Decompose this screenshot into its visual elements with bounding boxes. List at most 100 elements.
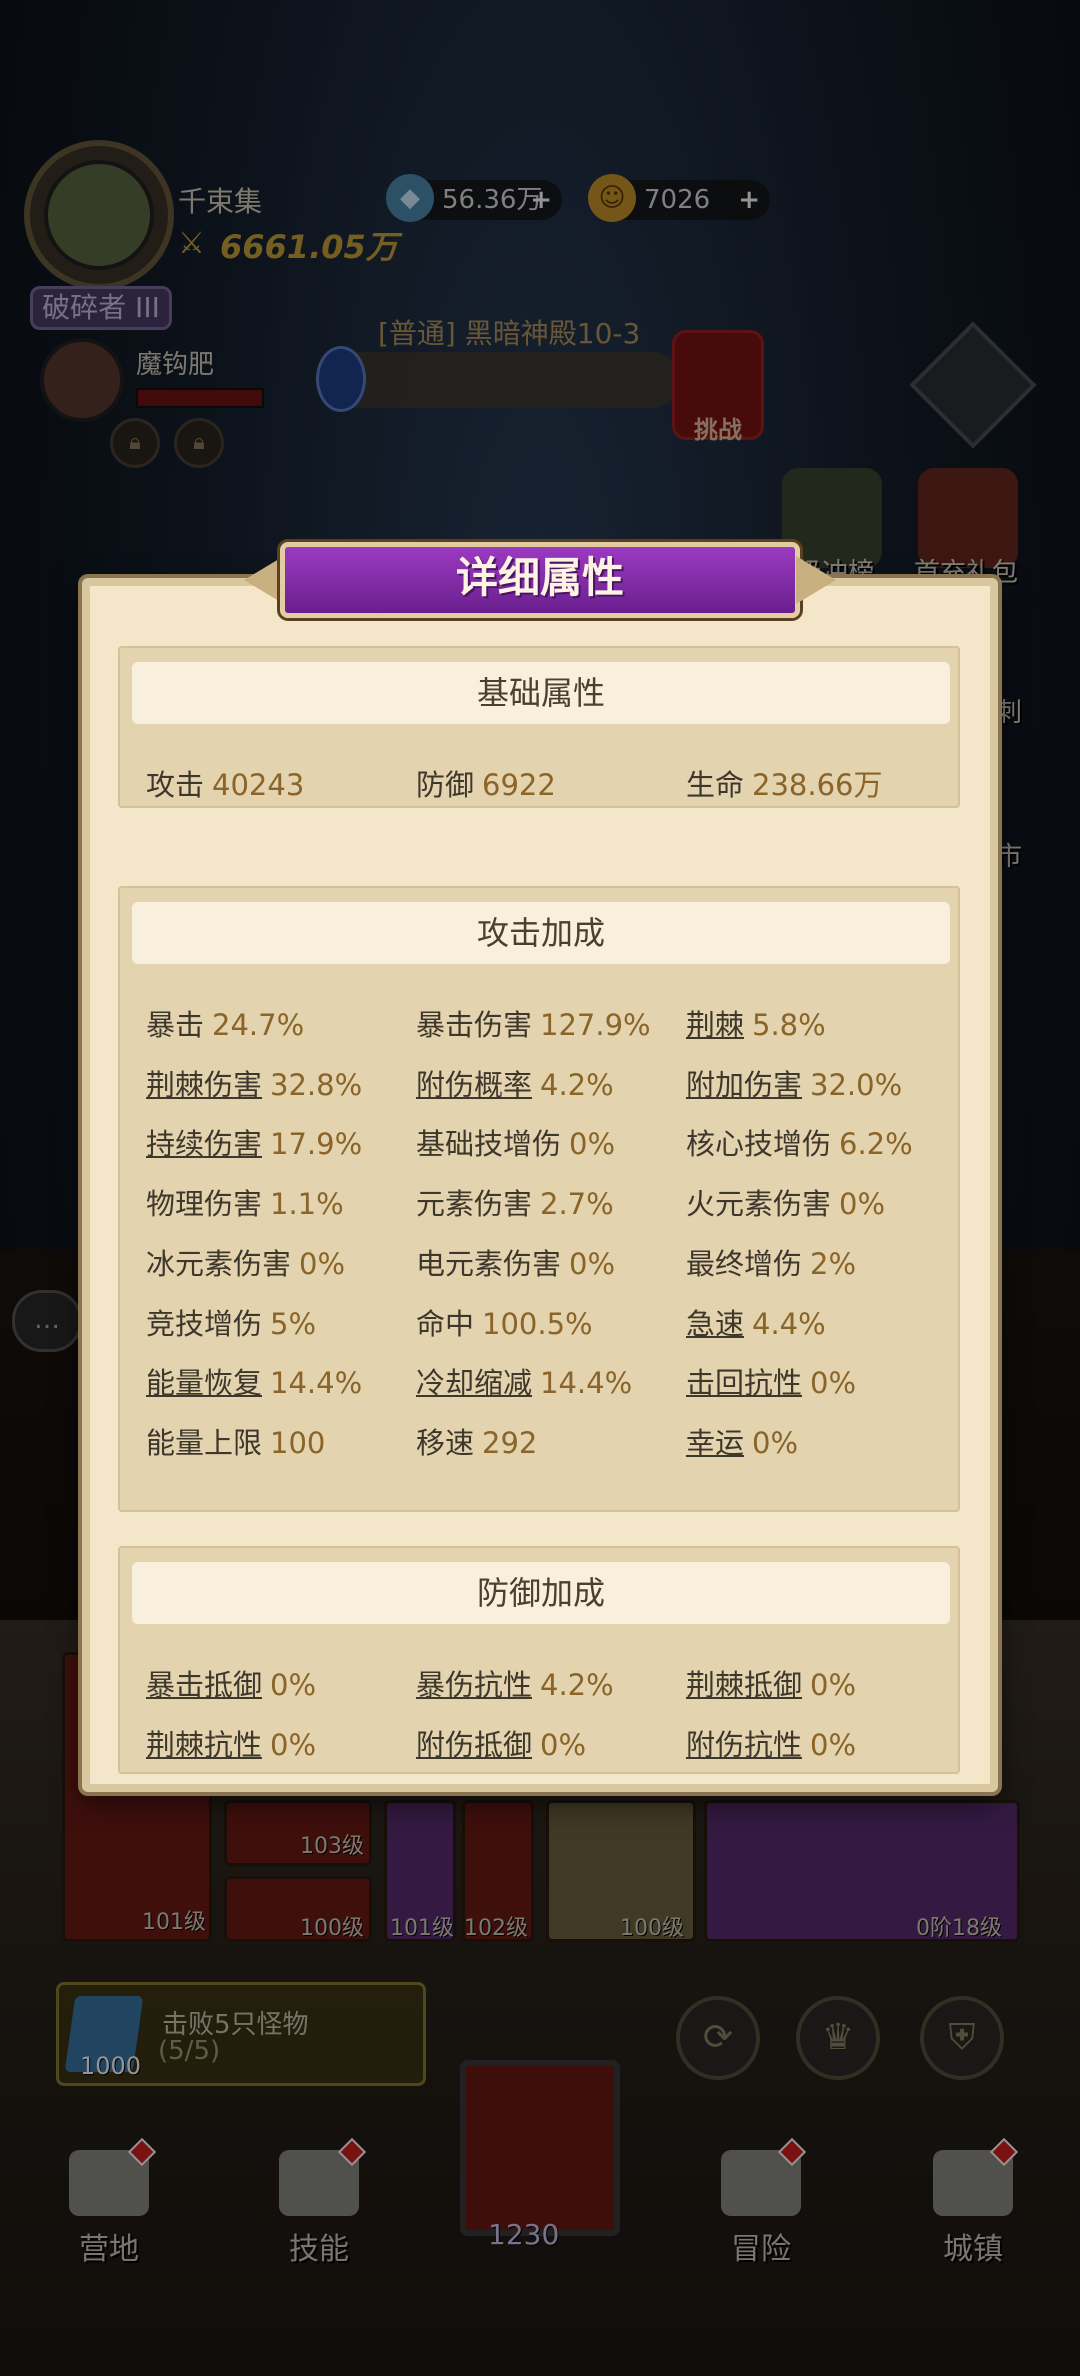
stat-value: 32.8%	[270, 1067, 363, 1102]
stat-attack: 物理伤害 1.1%	[146, 1181, 344, 1223]
stat-label: 防御	[416, 768, 475, 802]
stat-value: 4.2%	[540, 1067, 614, 1102]
stat-label[interactable]: 能量恢复	[146, 1366, 262, 1400]
stat-attack: 竞技增伤 5%	[146, 1301, 316, 1343]
stat-value: 24.7%	[212, 1008, 305, 1042]
stat-label[interactable]: 荆棘抵御	[686, 1668, 802, 1702]
stat-label: 攻击	[146, 768, 205, 802]
stat-attack: 最终增伤 2%	[686, 1241, 856, 1283]
stat-label[interactable]: 击回抗性	[686, 1366, 802, 1400]
stat-label[interactable]: 荆棘	[686, 1008, 744, 1042]
stat-label: 基础技增伤	[416, 1127, 562, 1162]
stat-label: 竞技增伤	[146, 1306, 263, 1341]
stat-label: 冰元素伤害	[146, 1246, 292, 1281]
stat-value: 127.9%	[540, 1008, 651, 1042]
stat-attack[interactable]: 冷却缩减 14.4%	[416, 1360, 632, 1402]
stat-attack[interactable]: 附伤概率 4.2%	[416, 1062, 614, 1104]
stat-value: 5%	[270, 1306, 317, 1341]
stat-label[interactable]: 附伤概率	[416, 1068, 532, 1102]
stat-value: 6922	[482, 768, 556, 802]
panel-title-banner: 详细属性	[244, 542, 836, 618]
stat-defense[interactable]: 暴伤抗性 4.2%	[416, 1662, 614, 1704]
stat-attack[interactable]: 急速 4.4%	[686, 1301, 826, 1343]
stat-attack: 电元素伤害 0%	[416, 1241, 615, 1283]
stat-label[interactable]: 暴击抵御	[146, 1668, 262, 1702]
stat-label[interactable]: 急速	[686, 1307, 744, 1341]
stat-attack: 火元素伤害 0%	[686, 1181, 885, 1223]
stat-attack[interactable]: 荆棘伤害 32.8%	[146, 1062, 362, 1104]
stat-label[interactable]: 附伤抵御	[416, 1728, 532, 1762]
stat-value: 4.4%	[752, 1306, 826, 1341]
stat-attack: 命中 100.5%	[416, 1301, 593, 1343]
stat-attack: 暴击 24.7%	[146, 1002, 304, 1044]
stat-value: 4.2%	[540, 1668, 614, 1702]
stat-attack[interactable]: 击回抗性 0%	[686, 1360, 856, 1402]
stat-defense[interactable]: 荆棘抗性 0%	[146, 1722, 316, 1764]
stat-attack[interactable]: 附加伤害 32.0%	[686, 1062, 902, 1104]
stat-basic: 攻击 40243	[146, 762, 304, 804]
stat-defense[interactable]: 荆棘抵御 0%	[686, 1662, 856, 1704]
stat-value: 0%	[810, 1366, 857, 1401]
stat-value: 238.66万	[752, 768, 883, 802]
stat-attack[interactable]: 能量恢复 14.4%	[146, 1360, 362, 1402]
stat-value: 32.0%	[810, 1067, 903, 1102]
stat-label[interactable]: 冷却缩减	[416, 1366, 532, 1400]
panel-title: 详细属性	[455, 553, 624, 602]
stat-attack[interactable]: 持续伤害 17.9%	[146, 1121, 362, 1163]
stat-value: 14.4%	[270, 1366, 363, 1401]
stat-attack[interactable]: 荆棘 5.8%	[686, 1002, 826, 1044]
stat-attack: 基础技增伤 0%	[416, 1121, 615, 1163]
stat-value: 0%	[839, 1187, 886, 1222]
stat-label: 生命	[686, 768, 745, 802]
stat-attack: 核心技增伤 6.2%	[686, 1121, 913, 1163]
stat-label[interactable]: 荆棘伤害	[146, 1068, 262, 1102]
stat-value: 1.1%	[270, 1187, 344, 1222]
banner-wing-left	[244, 556, 284, 604]
stat-defense[interactable]: 附伤抗性 0%	[686, 1722, 856, 1764]
banner-wing-right	[796, 556, 836, 604]
stat-value: 2%	[810, 1246, 857, 1281]
stat-label: 元素伤害	[416, 1187, 533, 1222]
stat-value: 0%	[270, 1728, 317, 1762]
stat-label[interactable]: 附加伤害	[686, 1068, 802, 1102]
stat-value: 0%	[569, 1127, 616, 1162]
stat-value: 14.4%	[540, 1366, 633, 1401]
stat-value: 40243	[212, 768, 305, 802]
stat-label[interactable]: 暴伤抗性	[416, 1668, 532, 1702]
stat-value: 0%	[299, 1246, 346, 1281]
stat-label: 命中	[416, 1306, 475, 1341]
stat-value: 0%	[270, 1668, 317, 1702]
stat-value: 0%	[810, 1728, 857, 1762]
stat-label: 暴击伤害	[416, 1008, 533, 1042]
stat-basic: 防御 6922	[416, 762, 556, 804]
stat-value: 0%	[810, 1668, 857, 1702]
stat-label[interactable]: 荆棘抗性	[146, 1728, 262, 1762]
section-title: 基础属性	[132, 662, 950, 724]
stat-attack: 冰元素伤害 0%	[146, 1241, 345, 1283]
stat-label[interactable]: 持续伤害	[146, 1127, 262, 1161]
stat-attack: 暴击伤害 127.9%	[416, 1002, 651, 1044]
stat-value: 0%	[752, 1425, 799, 1460]
stat-label: 移速	[416, 1425, 475, 1460]
stat-value: 6.2%	[839, 1127, 913, 1162]
stat-basic: 生命 238.66万	[686, 762, 883, 804]
stat-value: 5.8%	[752, 1008, 826, 1042]
stat-attack: 能量上限 100	[146, 1420, 325, 1462]
stat-defense[interactable]: 暴击抵御 0%	[146, 1662, 316, 1704]
section-title: 攻击加成	[132, 902, 950, 964]
section-title: 防御加成	[132, 1562, 950, 1624]
stat-attack[interactable]: 幸运 0%	[686, 1420, 798, 1462]
stat-value: 100	[270, 1425, 326, 1460]
stat-defense[interactable]: 附伤抵御 0%	[416, 1722, 586, 1764]
stat-value: 2.7%	[540, 1187, 614, 1222]
stat-label: 火元素伤害	[686, 1187, 832, 1222]
stat-value: 0%	[540, 1728, 587, 1762]
stat-label: 核心技增伤	[686, 1127, 832, 1162]
stat-attack: 元素伤害 2.7%	[416, 1181, 614, 1223]
stat-label[interactable]: 幸运	[686, 1426, 744, 1460]
stat-label: 电元素伤害	[416, 1246, 562, 1281]
stat-label: 能量上限	[146, 1425, 263, 1460]
stat-value: 292	[482, 1425, 538, 1460]
stat-label[interactable]: 附伤抗性	[686, 1728, 802, 1762]
stat-value: 17.9%	[270, 1127, 363, 1162]
